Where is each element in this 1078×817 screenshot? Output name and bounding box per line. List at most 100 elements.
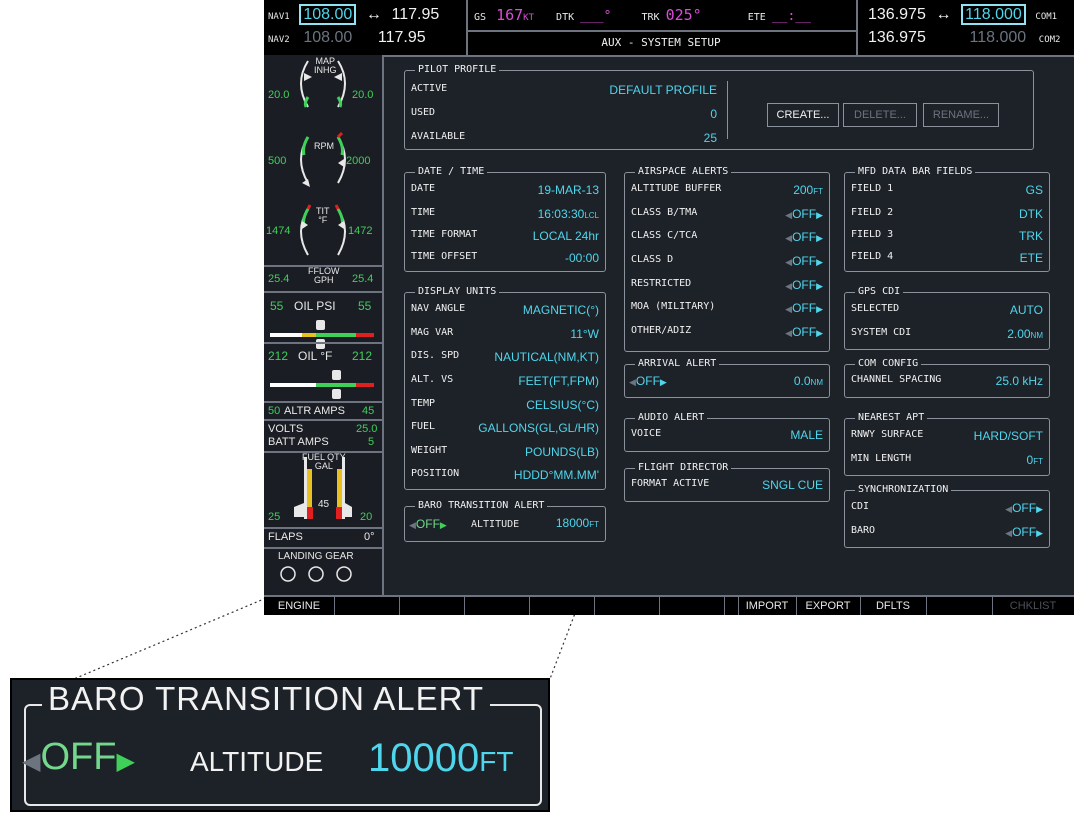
selected-cdi-value[interactable]: AUTO bbox=[1010, 303, 1043, 317]
baro-transition-alert-panel: BARO TRANSITION ALERT ◀OFF▶ ALTITUDE 180… bbox=[404, 500, 606, 542]
min-length-value[interactable]: 0FT bbox=[1027, 453, 1043, 467]
batt-amps-label: BATT AMPS bbox=[268, 436, 329, 448]
gps-cdi-title: GPS CDI bbox=[855, 286, 904, 297]
zoom-baro-state-selector[interactable]: ◀OFF▶ bbox=[22, 736, 135, 779]
available-label: AVAILABLE bbox=[411, 131, 466, 142]
time-offset-label: TIME OFFSET bbox=[411, 251, 478, 262]
nav2-label: NAV2 bbox=[268, 35, 290, 45]
arrival-alert-distance[interactable]: 0.0NM bbox=[794, 374, 823, 388]
sync-baro-label: BARO bbox=[851, 525, 876, 536]
baro-altitude-label: ALTITUDE bbox=[471, 519, 520, 530]
oil-psi-left-value: 55 bbox=[270, 299, 284, 313]
active-profile-label: ACTIVE bbox=[411, 83, 448, 94]
gps-cdi-panel: GPS CDI SELECTED AUTO SYSTEM CDI 2.00NM bbox=[844, 286, 1050, 350]
rpm-left-value: 500 bbox=[268, 155, 287, 167]
softkey-12[interactable] bbox=[926, 597, 993, 615]
rpm-right-value: 2000 bbox=[346, 155, 371, 167]
com2-active-frequency[interactable]: 136.975 bbox=[868, 29, 926, 46]
class-b-toggle[interactable]: ◀OFF▶ bbox=[785, 207, 823, 221]
top-status-bar: NAV1 108.00 ↔ 117.95 NAV2 108.00 117.95 … bbox=[264, 0, 1074, 57]
zoom-altitude-label: ALTITUDE bbox=[190, 746, 324, 777]
weight-value[interactable]: POUNDS(LB) bbox=[525, 445, 599, 459]
com1-standby-frequency[interactable]: 118.000 bbox=[961, 4, 1026, 25]
nav2-standby-frequency[interactable]: 117.95 bbox=[378, 29, 426, 46]
alt-vs-label: ALT. VS bbox=[411, 374, 454, 385]
other-adiz-toggle[interactable]: ◀OFF▶ bbox=[785, 325, 823, 339]
softkey-6[interactable] bbox=[594, 597, 660, 615]
batt-amps-value: 5 bbox=[368, 436, 375, 448]
fflow-label: FFLOW GPH bbox=[308, 266, 340, 285]
softkey-export[interactable]: EXPORT bbox=[796, 597, 861, 615]
flaps-label: FLAPS bbox=[268, 531, 303, 543]
softkey-7[interactable] bbox=[659, 597, 725, 615]
weight-label: WEIGHT bbox=[411, 445, 448, 456]
class-c-toggle[interactable]: ◀OFF▶ bbox=[785, 230, 823, 244]
position-value[interactable]: HDDD°MM.MM' bbox=[514, 468, 599, 482]
field-1-value[interactable]: GS bbox=[1026, 183, 1043, 197]
temp-value[interactable]: CELSIUS(°C) bbox=[526, 398, 599, 412]
channel-spacing-value[interactable]: 25.0 kHz bbox=[996, 374, 1043, 388]
active-profile-value[interactable]: DEFAULT PROFILE bbox=[609, 83, 717, 97]
min-length-label: MIN LENGTH bbox=[851, 453, 912, 464]
field-2-value[interactable]: DTK bbox=[1019, 207, 1043, 221]
nav1-standby-frequency[interactable]: 117.95 bbox=[392, 6, 440, 23]
zoom-altitude-value[interactable]: 10000FT bbox=[368, 736, 513, 781]
time-offset-value[interactable]: -00:00 bbox=[565, 251, 599, 265]
date-value[interactable]: 19-MAR-13 bbox=[538, 183, 599, 197]
create-profile-button[interactable]: CREATE... bbox=[767, 103, 839, 127]
fuel-mid-tick: 45 bbox=[318, 499, 330, 510]
softkey-3[interactable] bbox=[399, 597, 465, 615]
format-active-value[interactable]: SNGL CUE bbox=[762, 478, 823, 492]
softkey-8[interactable] bbox=[724, 597, 739, 615]
mag-var-value[interactable]: 11°W bbox=[570, 327, 599, 341]
softkey-5[interactable] bbox=[529, 597, 595, 615]
field-3-value[interactable]: TRK bbox=[1019, 229, 1043, 243]
gs-value: 167 bbox=[496, 6, 524, 24]
com-config-panel: COM CONFIG CHANNEL SPACING 25.0 kHz bbox=[844, 358, 1050, 398]
nav-angle-value[interactable]: MAGNETIC(°) bbox=[523, 303, 599, 317]
mfd-data-bar-fields-panel: MFD DATA BAR FIELDS FIELD 1 GS FIELD 2 DTK… bbox=[844, 166, 1050, 272]
alt-vs-value[interactable]: FEET(FT,FPM) bbox=[518, 374, 599, 388]
baro-altitude-value[interactable]: 18000FT bbox=[556, 516, 599, 530]
nav1-active-frequency[interactable]: 108.00 bbox=[299, 4, 357, 25]
rename-profile-button[interactable]: RENAME... bbox=[923, 103, 999, 127]
softkey-chklist[interactable]: CHKLIST bbox=[992, 597, 1074, 615]
softkey-4[interactable] bbox=[464, 597, 530, 615]
delete-profile-button[interactable]: DELETE... bbox=[843, 103, 917, 127]
field-1-label: FIELD 1 bbox=[851, 183, 894, 194]
left-arrow-icon: ◀ bbox=[409, 520, 416, 530]
dtk-label: DTK bbox=[556, 12, 575, 23]
nav2-row: NAV2 108.00 117.95 bbox=[268, 27, 426, 47]
softkey-dflts[interactable]: DFLTS bbox=[860, 597, 927, 615]
nav2-active-frequency[interactable]: 108.00 bbox=[299, 29, 356, 46]
softkey-2[interactable] bbox=[334, 597, 400, 615]
zoom-state-value: OFF bbox=[40, 736, 117, 778]
com1-active-frequency[interactable]: 136.975 bbox=[868, 6, 926, 23]
mfd-data-bar-fields-title: MFD DATA BAR FIELDS bbox=[855, 166, 976, 177]
flight-director-panel: FLIGHT DIRECTOR FORMAT ACTIVE SNGL CUE bbox=[624, 462, 830, 502]
sync-cdi-toggle[interactable]: ◀OFF▶ bbox=[1005, 501, 1043, 515]
softkey-engine[interactable]: ENGINE bbox=[264, 597, 335, 615]
runway-surface-value[interactable]: HARD/SOFT bbox=[974, 429, 1043, 443]
time-label: TIME bbox=[411, 207, 436, 218]
fuel-units-value[interactable]: GALLONS(GL,GL/HR) bbox=[478, 421, 599, 435]
arrival-alert-toggle[interactable]: ◀OFF▶ bbox=[629, 374, 667, 388]
altitude-buffer-value[interactable]: 200FT bbox=[793, 183, 823, 197]
voice-value[interactable]: MALE bbox=[790, 428, 823, 442]
sync-baro-toggle[interactable]: ◀OFF▶ bbox=[1005, 525, 1043, 539]
baro-alert-zoom-inset: BARO TRANSITION ALERT ◀OFF▶ ALTITUDE 100… bbox=[10, 678, 550, 812]
field-4-value[interactable]: ETE bbox=[1020, 251, 1043, 265]
com2-standby-frequency[interactable]: 118.000 bbox=[969, 29, 1026, 46]
time-format-value[interactable]: LOCAL 24hr bbox=[533, 229, 599, 243]
moa-toggle[interactable]: ◀OFF▶ bbox=[785, 301, 823, 315]
dis-spd-value[interactable]: NAUTICAL(NM,KT) bbox=[494, 350, 599, 364]
airspace-alerts-title: AIRSPACE ALERTS bbox=[635, 166, 732, 177]
softkey-import[interactable]: IMPORT bbox=[738, 597, 797, 615]
baro-alert-state-selector[interactable]: ◀OFF▶ bbox=[409, 517, 447, 531]
zoom-left-arrow-icon: ◀ bbox=[22, 748, 41, 775]
class-d-toggle[interactable]: ◀OFF▶ bbox=[785, 254, 823, 268]
altr-amps-left-value: 50 bbox=[268, 405, 281, 417]
time-value[interactable]: 16:03:30LCL bbox=[538, 207, 599, 221]
trk-label: TRK bbox=[641, 12, 660, 23]
restricted-toggle[interactable]: ◀OFF▶ bbox=[785, 278, 823, 292]
